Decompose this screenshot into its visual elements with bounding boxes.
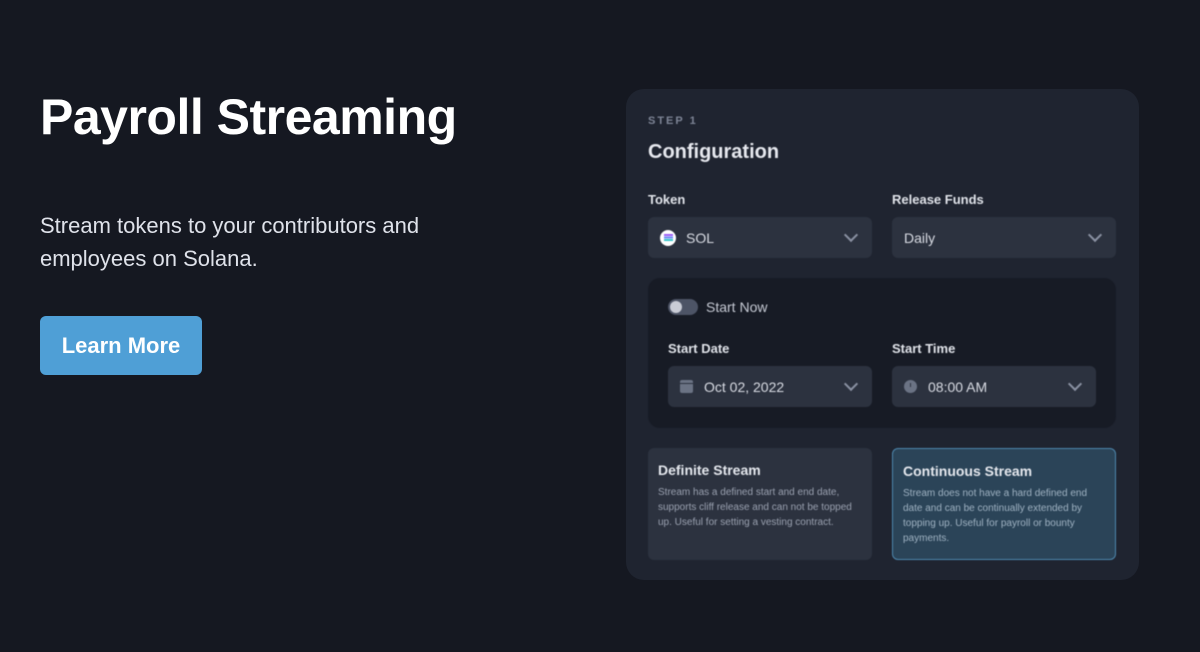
start-date-label: Start Date bbox=[668, 341, 730, 356]
configuration-title: Configuration bbox=[648, 141, 780, 163]
chevron-down-icon bbox=[843, 376, 859, 392]
configuration-card: STEP 1 Configuration Token SOL Release F… bbox=[626, 89, 1139, 580]
chevron-down-icon bbox=[1087, 227, 1103, 243]
release-funds-label: Release Funds bbox=[892, 192, 984, 207]
hero-title: Payroll Streaming bbox=[40, 89, 457, 145]
continuous-stream-description: Stream does not have a hard defined end … bbox=[903, 488, 1088, 544]
start-now-label: Start Now bbox=[706, 299, 768, 315]
definite-stream-title: Definite Stream bbox=[658, 462, 761, 478]
release-funds-value: Daily bbox=[904, 229, 936, 246]
definite-stream-description: Stream has a defined start and end date,… bbox=[658, 487, 852, 528]
start-settings-panel: Start Now Start Date Oct 02, 2022 Start … bbox=[648, 278, 1116, 428]
token-select[interactable]: SOL bbox=[648, 217, 872, 258]
definite-stream-option[interactable]: Definite Stream Stream has a defined sta… bbox=[648, 448, 872, 560]
start-now-toggle[interactable] bbox=[668, 299, 698, 315]
release-funds-select[interactable]: Daily bbox=[892, 217, 1116, 258]
learn-more-button[interactable]: Learn More bbox=[40, 316, 202, 375]
page: Payroll Streaming Stream tokens to your … bbox=[0, 0, 1200, 652]
chevron-down-icon bbox=[843, 227, 859, 243]
calendar-icon bbox=[680, 380, 693, 393]
start-time-value: 08:00 AM bbox=[928, 378, 988, 395]
start-time-picker[interactable]: 08:00 AM bbox=[892, 366, 1096, 407]
start-date-picker[interactable]: Oct 02, 2022 bbox=[668, 366, 872, 407]
configuration-card-content: STEP 1 Configuration Token SOL Release F… bbox=[626, 89, 1139, 580]
chevron-down-icon bbox=[1067, 376, 1083, 392]
solana-icon bbox=[660, 229, 676, 246]
continuous-stream-option[interactable]: Continuous Stream Stream does not have a… bbox=[892, 448, 1116, 560]
step-label: STEP 1 bbox=[648, 115, 698, 127]
clock-icon bbox=[904, 380, 917, 393]
token-label: Token bbox=[648, 192, 686, 207]
toggle-knob bbox=[670, 301, 682, 313]
start-date-value: Oct 02, 2022 bbox=[704, 378, 785, 395]
token-value: SOL bbox=[686, 229, 715, 246]
hero-subtitle: Stream tokens to your contributors and e… bbox=[40, 213, 420, 271]
continuous-stream-title: Continuous Stream bbox=[903, 463, 1033, 479]
start-time-label: Start Time bbox=[892, 341, 956, 356]
